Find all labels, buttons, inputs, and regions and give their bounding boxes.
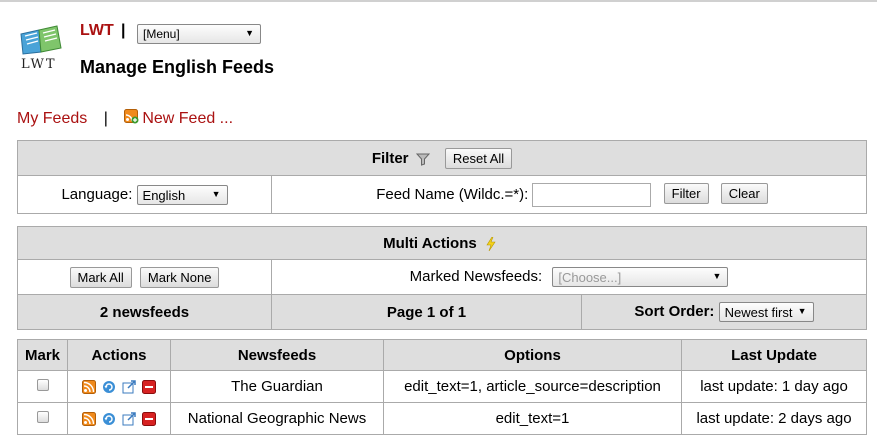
page-indicator: Page 1 of 1 xyxy=(271,294,582,330)
marked-newsfeeds-label: Marked Newsfeeds: xyxy=(409,267,543,285)
feeds-table: Mark Actions Newsfeeds Options Last Upda… xyxy=(17,339,867,435)
main-menu-value: [Menu] xyxy=(143,27,180,41)
mark-all-button[interactable]: Mark All xyxy=(69,266,132,288)
page-title: Manage English Feeds xyxy=(80,57,275,77)
page-header: LWT LWT | [Menu] ▼ Manage English Feeds xyxy=(0,2,877,92)
refresh-icon[interactable] xyxy=(102,412,116,426)
marked-actions-cell: Marked Newsfeeds: [Choose...] ▼ xyxy=(271,259,867,295)
feed-nav: My Feeds | New Feed ... xyxy=(17,109,233,128)
rss-add-icon xyxy=(124,109,139,124)
mark-none-button[interactable]: Mark None xyxy=(139,266,220,288)
filter-title: Filter xyxy=(371,149,409,167)
multi-actions-table: Multi Actions Mark All Mark None Marked … xyxy=(17,226,867,330)
logo-text: LWT xyxy=(21,57,57,72)
lwt-logo[interactable]: LWT xyxy=(17,22,65,74)
delete-icon[interactable] xyxy=(142,380,156,395)
mark-cell xyxy=(17,402,68,435)
filter-table: Filter Reset All Language: English ▼ Fee… xyxy=(17,140,867,214)
language-value: English xyxy=(142,187,186,203)
refresh-icon[interactable] xyxy=(102,380,116,394)
feed-name[interactable]: National Geographic News xyxy=(170,402,384,435)
feed-name-input[interactable] xyxy=(532,182,652,207)
book-icon xyxy=(20,25,62,55)
external-link-icon[interactable] xyxy=(122,412,136,426)
multi-actions-header: Multi Actions xyxy=(17,226,867,260)
delete-icon[interactable] xyxy=(142,412,156,427)
mark-checkbox[interactable] xyxy=(36,411,49,423)
mark-buttons-cell: Mark All Mark None xyxy=(17,259,272,295)
col-header-options: Options xyxy=(383,339,682,371)
col-header-last-update: Last Update xyxy=(681,339,867,371)
col-header-mark: Mark xyxy=(17,339,68,371)
reset-all-button[interactable]: Reset All xyxy=(444,147,513,169)
main-menu-select[interactable]: [Menu] ▼ xyxy=(137,24,261,44)
mark-checkbox[interactable] xyxy=(36,379,49,391)
feed-name[interactable]: The Guardian xyxy=(170,370,384,403)
lightning-icon xyxy=(486,236,496,251)
rss-load-icon[interactable] xyxy=(82,412,96,427)
sort-order-value: Newest first xyxy=(724,305,793,320)
my-feeds-link[interactable]: My Feeds xyxy=(17,110,87,127)
multi-actions-title: Multi Actions xyxy=(383,234,477,252)
actions-cell xyxy=(67,370,171,403)
marked-actions-value: [Choose...] xyxy=(558,270,622,285)
header-separator: | xyxy=(121,22,126,39)
rss-load-icon[interactable] xyxy=(82,380,96,395)
filter-header: Filter Reset All xyxy=(17,140,867,176)
col-header-newsfeeds: Newsfeeds xyxy=(170,339,384,371)
app-name[interactable]: LWT xyxy=(80,22,114,40)
actions-cell xyxy=(67,402,171,435)
table-row: National Geographic News edit_text=1 las… xyxy=(17,402,867,435)
chevron-down-icon: ▼ xyxy=(712,271,722,281)
language-label: Language: xyxy=(61,185,133,203)
feed-name-label: Feed Name (Wildc.=*): xyxy=(376,185,529,203)
sort-order-cell: Sort Order: Newest first ▼ xyxy=(581,294,867,330)
col-header-actions: Actions xyxy=(67,339,171,371)
sort-order-select[interactable]: Newest first ▼ xyxy=(718,302,814,322)
feed-last-update: last update: 1 day ago xyxy=(681,370,867,403)
feed-name-cell: Feed Name (Wildc.=*): Filter Clear xyxy=(271,175,867,214)
sort-order-label: Sort Order: xyxy=(634,302,715,320)
marked-actions-select[interactable]: [Choose...] ▼ xyxy=(552,267,729,287)
feed-last-update: last update: 2 days ago xyxy=(681,402,867,435)
chevron-down-icon: ▼ xyxy=(245,28,254,38)
mark-cell xyxy=(17,370,68,403)
chevron-down-icon: ▼ xyxy=(211,188,221,199)
clear-button[interactable]: Clear xyxy=(720,183,768,205)
nav-separator: | xyxy=(103,110,108,127)
new-feed-link[interactable]: New Feed ... xyxy=(142,110,233,127)
feed-options: edit_text=1 xyxy=(383,402,682,435)
external-link-icon[interactable] xyxy=(122,380,136,394)
chevron-down-icon: ▼ xyxy=(797,306,807,316)
feed-count: 2 newsfeeds xyxy=(17,294,272,330)
table-row: The Guardian edit_text=1, article_source… xyxy=(17,370,867,403)
feed-options: edit_text=1, article_source=description xyxy=(383,370,682,403)
language-cell: Language: English ▼ xyxy=(17,175,272,214)
funnel-icon xyxy=(415,153,430,166)
language-select[interactable]: English ▼ xyxy=(136,184,228,205)
filter-button[interactable]: Filter xyxy=(663,183,709,205)
